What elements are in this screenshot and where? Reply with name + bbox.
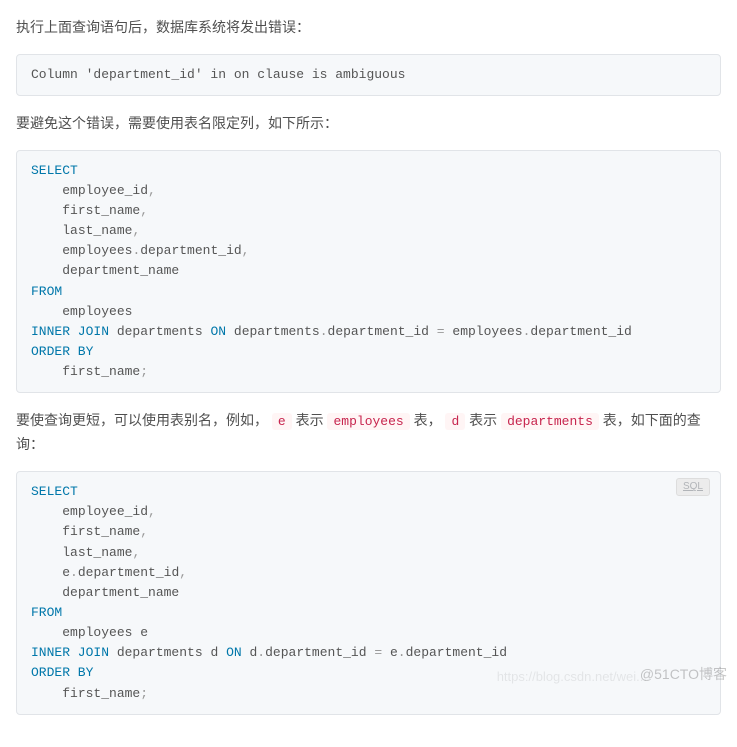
kw-select: SELECT <box>31 484 78 499</box>
inline-code-d: d <box>445 413 465 430</box>
kw-order-by: ORDER BY <box>31 344 93 359</box>
dot: . <box>257 645 265 660</box>
col-first-name: first_name <box>62 203 140 218</box>
on-left-col: department_id <box>328 324 429 339</box>
alias-e: e <box>62 565 70 580</box>
on-left-tbl: departments <box>234 324 320 339</box>
paragraph-fix: 要避免这个错误，需要使用表名限定列，如下所示： <box>16 112 721 136</box>
col-department-name: department_name <box>62 585 179 600</box>
comma: , <box>148 504 156 519</box>
comma: , <box>140 203 148 218</box>
col-last-name: last_name <box>62 223 132 238</box>
semicolon: ; <box>140 364 148 379</box>
text-mid3: 表示 <box>465 412 501 428</box>
on-right-tbl: employees <box>452 324 522 339</box>
text-mid1: 表示 <box>292 412 328 428</box>
orderby-col: first_name <box>62 364 140 379</box>
inline-code-employees: employees <box>327 413 409 430</box>
sql-code-block-2: SQL SELECT employee_id, first_name, last_… <box>16 471 721 715</box>
error-code-block: Column 'department_id' in on clause is a… <box>16 54 721 96</box>
paragraph-intro-error: 执行上面查询语句后，数据库系统将发出错误： <box>16 16 721 40</box>
inline-code-departments: departments <box>501 413 599 430</box>
dot: . <box>70 565 78 580</box>
from-employees-e: employees e <box>62 625 148 640</box>
text-mid2: 表， <box>410 412 446 428</box>
kw-from: FROM <box>31 605 62 620</box>
kw-from: FROM <box>31 284 62 299</box>
text-pre: 要使查询更短，可以使用表别名，例如， <box>16 412 272 428</box>
comma: , <box>132 545 140 560</box>
semicolon: ; <box>140 686 148 701</box>
comma: , <box>148 183 156 198</box>
col-employee-id: employee_id <box>62 504 148 519</box>
kw-order-by: ORDER BY <box>31 665 93 680</box>
on-right-col: department_id <box>530 324 631 339</box>
eq: = <box>374 645 382 660</box>
on-left-col: department_id <box>265 645 366 660</box>
sql-code-block-1: SELECT employee_id, first_name, last_nam… <box>16 150 721 394</box>
comma: , <box>140 524 148 539</box>
tbl-employees: employees <box>62 243 132 258</box>
join-departments: departments <box>117 324 203 339</box>
kw-inner-join: INNER JOIN <box>31 645 109 660</box>
on-right-col: department_id <box>406 645 507 660</box>
comma: , <box>132 223 140 238</box>
kw-on: ON <box>226 645 242 660</box>
lang-badge-sql: SQL <box>676 478 710 496</box>
error-text: Column 'department_id' in on clause is a… <box>31 67 405 82</box>
col-last-name: last_name <box>62 545 132 560</box>
col-first-name: first_name <box>62 524 140 539</box>
kw-select: SELECT <box>31 163 78 178</box>
dot: . <box>398 645 406 660</box>
col-department-id: department_id <box>78 565 179 580</box>
comma: , <box>179 565 187 580</box>
comma: , <box>242 243 250 258</box>
kw-inner-join: INNER JOIN <box>31 324 109 339</box>
from-employees: employees <box>62 304 132 319</box>
orderby-col: first_name <box>62 686 140 701</box>
paragraph-alias: 要使查询更短，可以使用表别名，例如， e 表示 employees 表， d 表… <box>16 409 721 457</box>
kw-on: ON <box>210 324 226 339</box>
join-departments-d: departments d <box>117 645 218 660</box>
col-employee-id: employee_id <box>62 183 148 198</box>
eq: = <box>437 324 445 339</box>
dot: . <box>320 324 328 339</box>
col-department-name: department_name <box>62 263 179 278</box>
col-department-id: department_id <box>140 243 241 258</box>
on-right-alias: e <box>390 645 398 660</box>
inline-code-e: e <box>272 413 292 430</box>
